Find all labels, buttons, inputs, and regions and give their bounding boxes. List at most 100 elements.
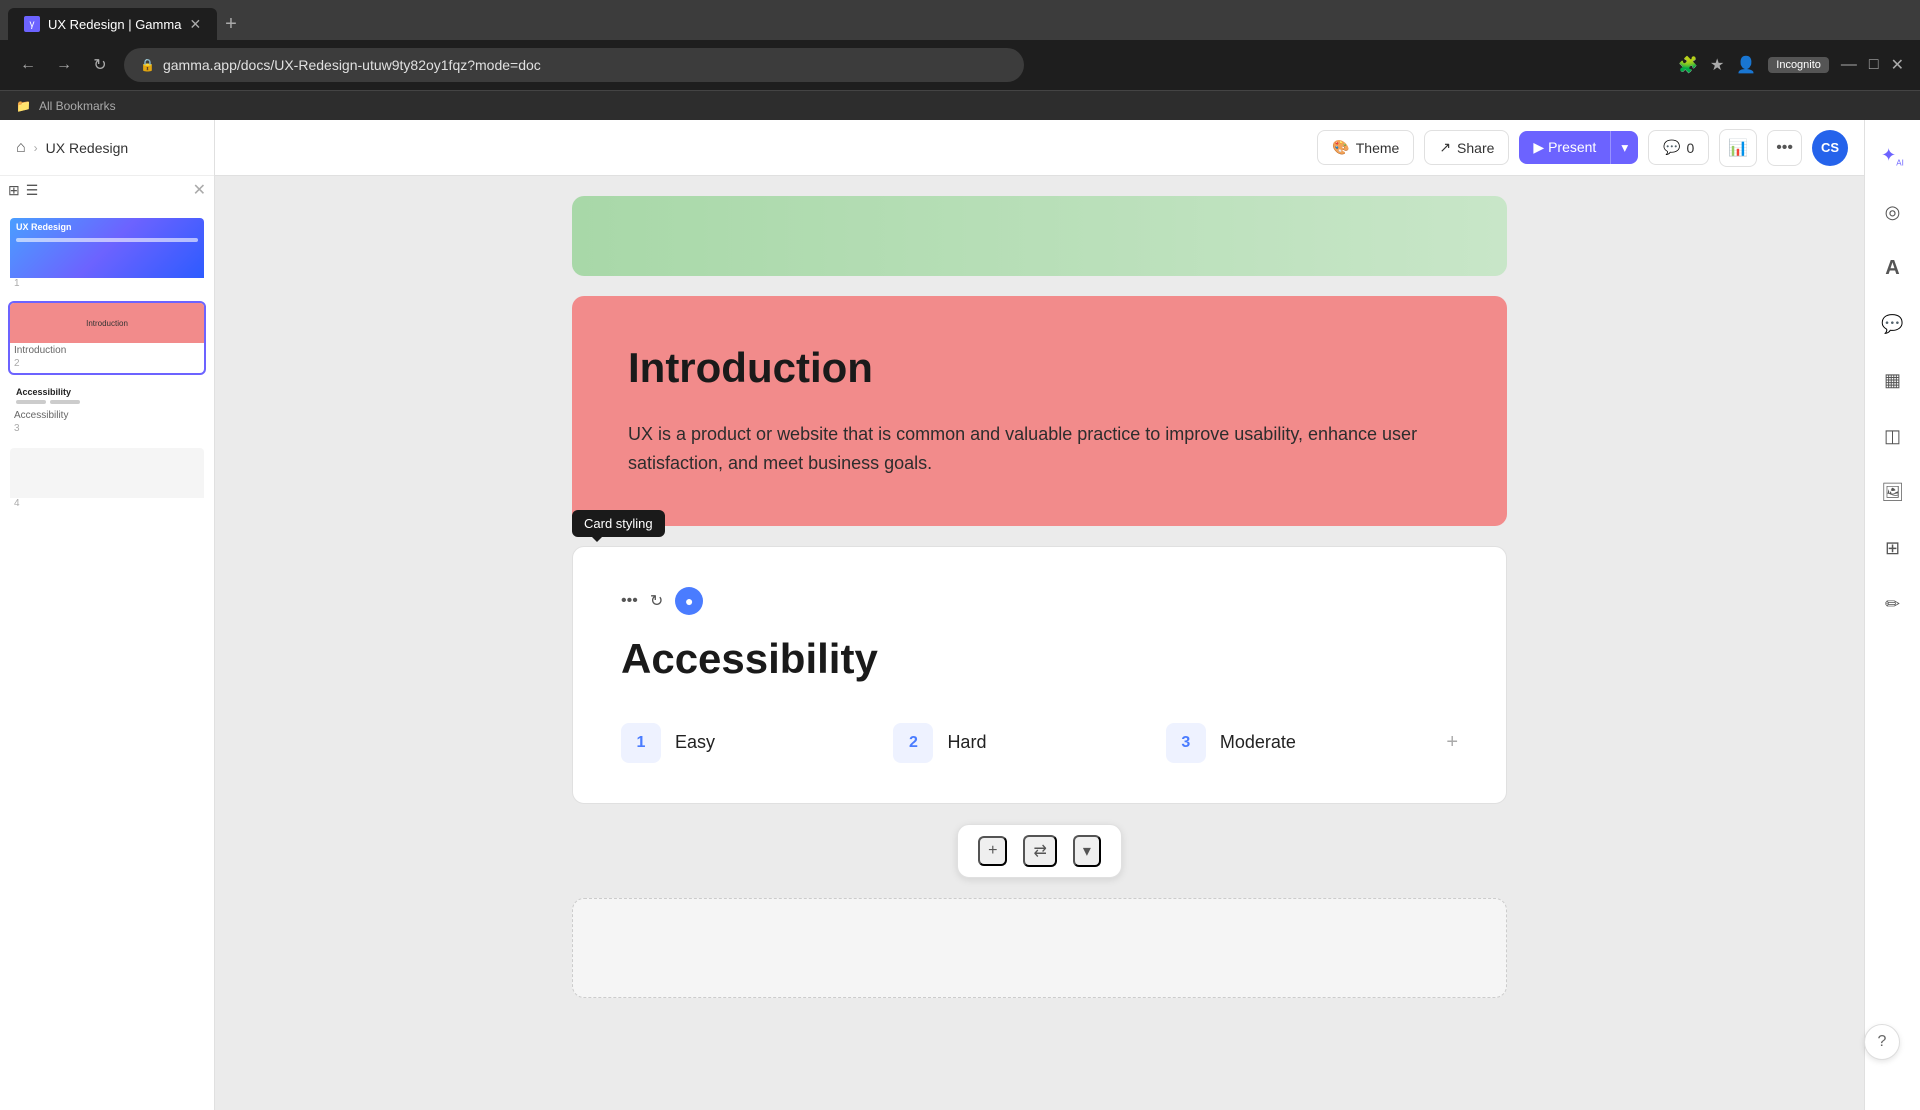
item-1-label: Easy [675,732,715,753]
dropdown-button[interactable]: ▾ [1073,835,1101,867]
share-label: Share [1457,140,1494,156]
active-tab[interactable]: γ UX Redesign | Gamma ✕ [8,8,217,40]
slide-3-bars [16,400,198,404]
slide-thumbnail-4[interactable]: 4 [8,446,206,515]
new-tab-button[interactable]: + [225,8,237,40]
slide-list: UX Redesign 1 Introduction Introduction … [0,208,214,1110]
user-avatar[interactable]: CS [1812,130,1848,166]
slide-1-number: 1 [10,278,204,293]
left-sidebar: ⌂ › UX Redesign ⊞ ☰ ✕ UX Redesign 1 [0,120,215,1110]
slide-1-bar-1 [16,238,198,242]
present-button[interactable]: ▶ Present [1519,131,1610,164]
canvas-area[interactable]: Introduction UX is a product or website … [215,176,1864,1110]
item-1-num-text: 1 [637,734,646,752]
style-icon: ◎ [1885,202,1901,223]
bookmarks-folder-icon: 📁 [16,99,31,113]
forward-button[interactable]: → [52,56,76,74]
layout-button[interactable]: ⇄ [1023,835,1056,867]
close-window-button[interactable]: ✕ [1891,55,1904,75]
chart-button[interactable]: 📊 [1719,129,1757,167]
comment-panel-icon: 💬 [1881,314,1903,335]
slide-3-bar-1 [16,400,46,404]
reload-button[interactable]: ↻ [88,55,112,75]
back-button[interactable]: ← [16,56,40,74]
right-sidebar: ✦AI ◎ A 💬 ▦ ◫ 🖼 ⊞ ✏ [1864,120,1920,1110]
bookmark-icon[interactable]: ★ [1710,55,1724,75]
comment-tool-button[interactable]: 💬 [1873,304,1913,344]
share-button[interactable]: ↗ Share [1424,130,1509,165]
ai-icon: ✦AI [1881,145,1904,168]
slide-thumbnail-3[interactable]: Accessibility Accessibility 3 [8,381,206,440]
layout-icon: ▦ [1884,370,1901,391]
more-options-button[interactable]: ••• [1767,130,1802,166]
edit-tool-button[interactable]: ✏ [1873,584,1913,624]
card-more-button[interactable]: ••• [621,592,638,610]
slide-thumbnail-1[interactable]: UX Redesign 1 [8,216,206,295]
theme-label: Theme [1356,140,1400,156]
accessibility-items: 1 Easy 2 Hard 3 [621,723,1458,763]
chevron-down-icon: ▾ [1621,140,1628,155]
list-view-button[interactable]: ☰ [26,182,39,199]
sidebar-header: ⌂ › UX Redesign [0,120,214,176]
slide-thumbnail-2[interactable]: Introduction Introduction 2 [8,301,206,375]
play-icon: ▶ [1533,139,1544,155]
slide-2-title-preview: Introduction [86,319,128,328]
view-toggle: ⊞ ☰ [8,182,38,199]
intro-title: Introduction [628,344,1451,392]
url-text: gamma.app/docs/UX-Redesign-utuw9ty82oy1f… [163,57,541,73]
slide-list-controls: ⊞ ☰ ✕ [0,176,214,208]
slide-green-top [572,196,1507,276]
accessibility-card[interactable]: ••• ↻ ● Accessibility 1 Easy [572,546,1507,804]
empty-slide-4[interactable] [572,898,1507,998]
add-item-button[interactable]: + [1446,731,1458,754]
accessibility-item-2[interactable]: 2 Hard [893,723,1145,763]
top-toolbar: 🎨 Theme ↗ Share ▶ Present ▾ 💬 0 📊 [215,120,1864,176]
close-sidebar-button[interactable]: ✕ [193,180,206,200]
slide-3-title-preview: Accessibility [16,387,198,397]
layout-tool-button[interactable]: ▦ [1873,360,1913,400]
help-button[interactable]: ? [1864,1024,1900,1060]
avatar-initials: CS [1821,140,1839,155]
style-tool-button[interactable]: ◎ [1873,192,1913,232]
breadcrumb-label: UX Redesign [46,140,129,156]
present-label: Present [1548,139,1596,155]
url-input[interactable]: 🔒 gamma.app/docs/UX-Redesign-utuw9ty82oy… [124,48,1024,82]
add-slide-button[interactable]: + [978,836,1007,866]
incognito-badge: Incognito [1768,57,1829,73]
present-dropdown-button[interactable]: ▾ [1610,131,1638,164]
home-icon[interactable]: ⌂ [16,139,26,157]
accessibility-item-1[interactable]: 1 Easy [621,723,873,763]
bookmarks-bar: 📁 All Bookmarks [0,90,1920,120]
card-refresh-button[interactable]: ↻ [650,591,663,611]
profile-icon[interactable]: 👤 [1736,55,1756,75]
card-active-tool[interactable]: ● [675,587,703,615]
text-tool-button[interactable]: A [1873,248,1913,288]
ai-tool-button[interactable]: ✦AI [1873,136,1913,176]
minimize-button[interactable]: — [1841,56,1857,74]
slide-4-number: 4 [10,498,204,513]
image-tool-button[interactable]: 🖼 [1873,472,1913,512]
extensions-icon[interactable]: 🧩 [1678,55,1698,75]
bottom-toolbar: + ⇄ ▾ [957,824,1122,878]
layers-tool-button[interactable]: ◫ [1873,416,1913,456]
theme-button[interactable]: 🎨 Theme [1317,130,1414,165]
table-tool-button[interactable]: ⊞ [1873,528,1913,568]
grid-view-button[interactable]: ⊞ [8,182,20,199]
bookmarks-label[interactable]: All Bookmarks [39,99,116,113]
tab-close-button[interactable]: ✕ [189,16,201,33]
item-2-label: Hard [947,732,986,753]
text-icon: A [1885,257,1899,280]
item-3-num-text: 3 [1181,734,1190,752]
comments-count: 0 [1686,140,1694,156]
layers-icon: ◫ [1884,426,1901,447]
introduction-card[interactable]: Introduction UX is a product or website … [572,296,1507,526]
address-bar: ← → ↻ 🔒 gamma.app/docs/UX-Redesign-utuw9… [0,40,1920,90]
browser-chrome: γ UX Redesign | Gamma ✕ + ← → ↻ 🔒 gamma.… [0,0,1920,90]
item-3-label: Moderate [1220,732,1296,753]
item-2-num-text: 2 [909,734,918,752]
comments-button[interactable]: 💬 0 [1648,130,1709,165]
theme-icon: 🎨 [1332,139,1349,156]
accessibility-item-3[interactable]: 3 Moderate [1166,723,1418,763]
maximize-button[interactable]: □ [1869,56,1879,74]
item-1-number: 1 [621,723,661,763]
